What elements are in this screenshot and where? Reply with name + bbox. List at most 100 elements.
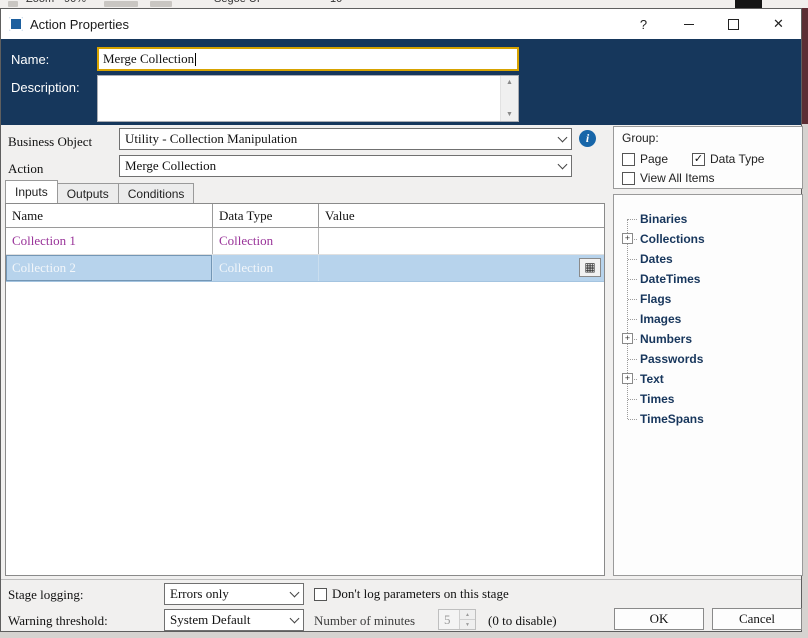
data-items-tree: Binaries + Collections Dates DateTimes F… (613, 194, 803, 576)
group-label: Group: (622, 131, 659, 145)
expand-icon[interactable]: + (622, 373, 633, 384)
group-filter-box: Group: Page ✓ Data Type View All Items (613, 126, 803, 189)
tree-item-timespans[interactable]: TimeSpans (614, 409, 802, 429)
bg-toolbar-icon (8, 1, 18, 7)
table-row[interactable]: Collection 1 Collection (6, 228, 604, 255)
checkbox-box[interactable] (622, 152, 635, 166)
table-row-selected[interactable]: Collection 2 Collection ▦ (6, 255, 604, 282)
minutes-spinner: 5 ▲ ▼ (438, 609, 476, 630)
tab-inputs[interactable]: Inputs (5, 180, 58, 203)
tree-item-images[interactable]: Images (614, 309, 802, 329)
expand-icon[interactable]: + (622, 233, 633, 244)
tree-item-passwords[interactable]: Passwords (614, 349, 802, 369)
window-controls: ? ✕ (621, 9, 801, 39)
param-name-cell[interactable]: Collection 1 (6, 228, 213, 254)
minimize-button[interactable] (666, 9, 711, 39)
tree-item-label: Collections (640, 232, 705, 246)
maximize-icon (728, 18, 739, 30)
tree-item-label: Passwords (640, 352, 704, 366)
business-object-select[interactable]: Utility - Collection Manipulation (119, 128, 572, 150)
checkbox-dont-log[interactable]: Don't log parameters on this stage (314, 586, 509, 602)
ok-button[interactable]: OK (614, 608, 704, 630)
checkbox-page[interactable]: Page (622, 152, 668, 166)
check-icon: ✓ (693, 152, 704, 165)
scroll-down-icon[interactable]: ▼ (501, 111, 518, 118)
action-select[interactable]: Merge Collection (119, 155, 572, 177)
param-value-cell[interactable]: ▦ (319, 255, 604, 281)
stage-logging-select[interactable]: Errors only (164, 583, 304, 605)
info-icon[interactable]: i (579, 130, 596, 147)
background-window-edge (802, 8, 808, 124)
tree-item-label: Numbers (640, 332, 693, 346)
window-title: Action Properties (30, 16, 129, 32)
business-object-value: Utility - Collection Manipulation (125, 131, 298, 146)
bg-font-name: Segoe UI (214, 0, 260, 5)
maximize-button[interactable] (711, 9, 756, 39)
table-header: Name Data Type Value (6, 204, 604, 228)
minimize-icon (683, 23, 694, 25)
expression-editor-button[interactable]: ▦ (579, 258, 601, 277)
column-header-data-type: Data Type (213, 204, 319, 227)
business-object-label: Business Object (8, 134, 93, 149)
close-button[interactable]: ✕ (756, 9, 801, 39)
checkbox-label: Data Type (710, 152, 765, 166)
tree-item-numbers[interactable]: + Numbers (614, 329, 802, 349)
tab-outputs[interactable]: Outputs (56, 183, 119, 203)
tree-item-label: DateTimes (640, 272, 701, 286)
text-caret (195, 52, 197, 66)
checkbox-box[interactable] (622, 171, 635, 185)
spinner-up-icon: ▲ (460, 610, 475, 620)
param-type-cell[interactable]: Collection (213, 228, 319, 254)
number-of-minutes-label: Number of minutes (314, 613, 416, 628)
expand-icon[interactable]: + (622, 333, 633, 344)
bg-zoom-label: Zoom (26, 0, 54, 5)
tree-item-datetimes[interactable]: DateTimes (614, 269, 802, 289)
chevron-down-icon (553, 137, 571, 141)
tab-strip: Inputs Outputs Conditions (5, 180, 195, 203)
tree-item-label: Binaries (640, 212, 688, 226)
checkbox-label: Don't log parameters on this stage (332, 586, 509, 601)
chevron-down-icon (285, 618, 303, 622)
action-properties-dialog: Action Properties ? ✕ Name: Merge Collec… (0, 8, 803, 632)
checkbox-view-all-items[interactable]: View All Items (622, 171, 714, 185)
tree-item-text[interactable]: + Text (614, 369, 802, 389)
tree-list: Binaries + Collections Dates DateTimes F… (614, 195, 802, 429)
spinner-buttons: ▲ ▼ (459, 610, 475, 629)
checkbox-data-type[interactable]: ✓ Data Type (692, 152, 764, 166)
stage-logging-label: Stage logging: (8, 587, 84, 602)
tab-conditions[interactable]: Conditions (117, 183, 195, 203)
action-label: Action (8, 161, 44, 176)
inputs-table: Name Data Type Value Collection 1 Collec… (5, 203, 605, 576)
checkbox-box-checked[interactable]: ✓ (692, 152, 705, 166)
tree-item-binaries[interactable]: Binaries (614, 209, 802, 229)
param-type-cell[interactable]: Collection (213, 255, 319, 281)
tree-item-times[interactable]: Times (614, 389, 802, 409)
action-value: Merge Collection (125, 158, 217, 173)
column-header-name: Name (6, 204, 213, 227)
bg-toolbar-control (150, 1, 172, 7)
bg-font-size: 10 (330, 0, 342, 5)
tree-item-collections[interactable]: + Collections (614, 229, 802, 249)
properties-header: Name: Merge Collection Description: ▲ ▼ (1, 39, 801, 125)
param-name-cell[interactable]: Collection 2 (6, 255, 213, 281)
help-button[interactable]: ? (621, 9, 666, 39)
tree-item-label: Times (640, 392, 675, 406)
warning-threshold-select[interactable]: System Default (164, 609, 304, 631)
title-bar: Action Properties ? ✕ (1, 9, 801, 39)
tree-item-dates[interactable]: Dates (614, 249, 802, 269)
screen: Zoom 90% Segoe UI 10 Action Properties ? (0, 0, 808, 638)
window-icon (9, 17, 23, 31)
stage-logging-value: Errors only (170, 586, 229, 601)
cancel-button[interactable]: Cancel (712, 608, 802, 630)
warning-threshold-value: System Default (170, 612, 251, 627)
bg-toolbar-control (104, 1, 138, 7)
bg-zoom-value: 90% (64, 0, 86, 5)
checkbox-box[interactable] (314, 587, 327, 601)
background-toolbar: Zoom 90% Segoe UI 10 (0, 0, 808, 8)
tree-item-flags[interactable]: Flags (614, 289, 802, 309)
name-input[interactable]: Merge Collection (97, 47, 519, 71)
param-value-cell[interactable] (319, 228, 604, 254)
description-scrollbar[interactable]: ▲ ▼ (500, 76, 518, 121)
description-input[interactable]: ▲ ▼ (97, 75, 519, 122)
scroll-up-icon[interactable]: ▲ (501, 79, 518, 86)
